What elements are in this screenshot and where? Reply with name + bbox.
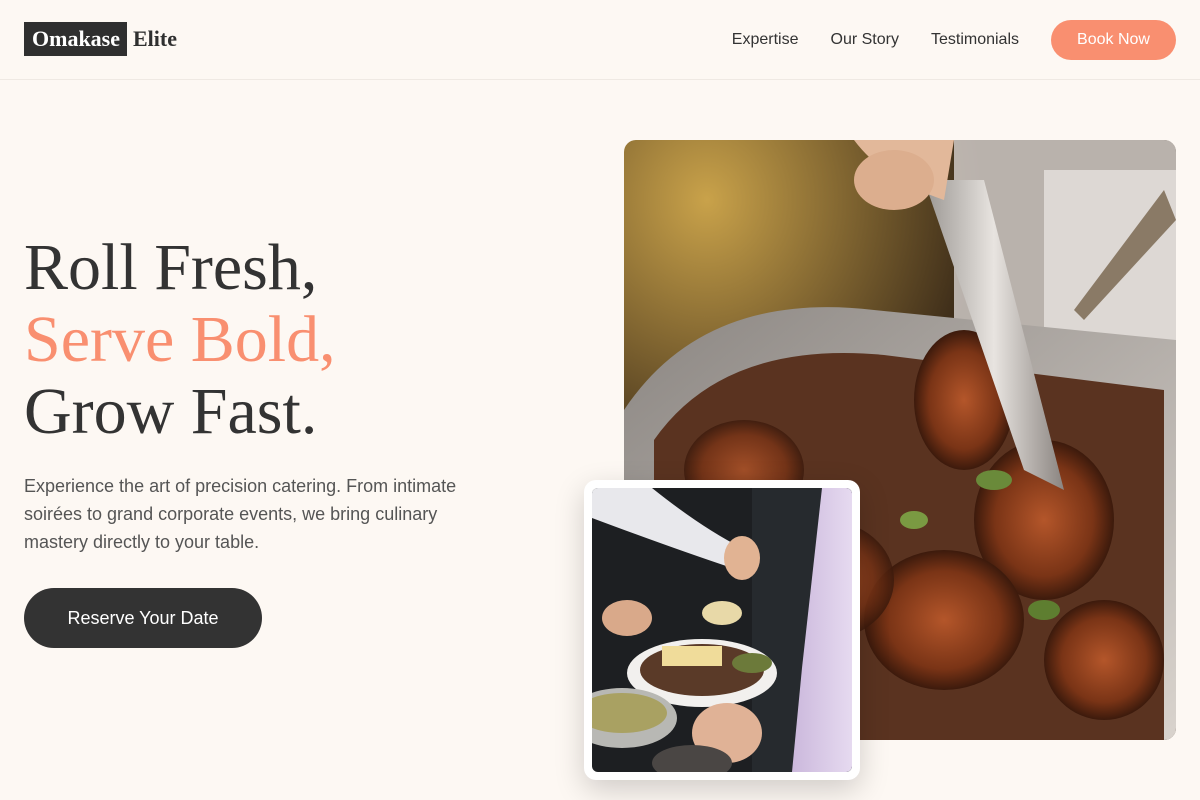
hero-title-line-2: Serve Bold, [24, 303, 336, 376]
inset-image-card [584, 480, 860, 780]
logo[interactable]: Omakase Elite [24, 22, 177, 56]
hero-title-line-3: Grow Fast. [24, 375, 318, 448]
nav-link-testimonials[interactable]: Testimonials [931, 20, 1019, 60]
nav-link-expertise[interactable]: Expertise [732, 20, 799, 60]
logo-text: Elite [133, 26, 177, 51]
site-header: Omakase Elite Expertise Our Story Testim… [0, 0, 1200, 80]
reserve-date-button[interactable]: Reserve Your Date [24, 588, 262, 648]
hero-title: Roll Fresh, Serve Bold, Grow Fast. [24, 232, 336, 448]
hero-title-line-1: Roll Fresh, [24, 231, 318, 304]
nav-link-our-story[interactable]: Our Story [831, 20, 899, 60]
logo-box: Omakase [24, 22, 127, 56]
hero-description: Experience the art of precision catering… [24, 476, 457, 552]
inset-serving-image [592, 488, 852, 772]
main-nav: Expertise Our Story Testimonials Book No… [732, 20, 1176, 60]
book-now-button[interactable]: Book Now [1051, 20, 1176, 60]
